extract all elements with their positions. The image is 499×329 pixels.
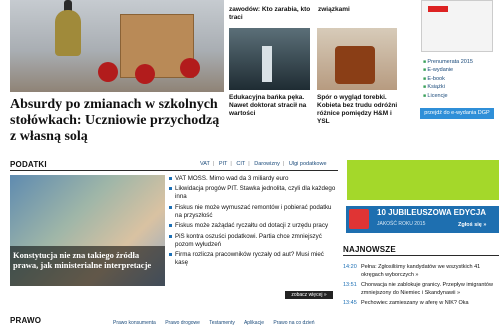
news-item[interactable]: VAT MOSS. Mimo wad da 3 miliardy euro (168, 175, 338, 183)
tab-pit[interactable]: PIT (219, 161, 228, 167)
tab-cit[interactable]: CIT (236, 161, 245, 167)
news-item[interactable]: Fiskus nie może wymuszać remontów i pobi… (168, 204, 338, 220)
latest-time: 13:45 (343, 300, 357, 307)
handbag-shape (335, 46, 375, 84)
magazine-item[interactable]: E-book (423, 75, 473, 83)
award-logo-icon (349, 209, 369, 229)
news-item[interactable]: Fiskus może zażądać ryczałtu od dotacji … (168, 222, 338, 230)
edition-signup-link[interactable]: Zgłoś się » (458, 222, 486, 228)
section-heading-prawo[interactable]: PRAWO (10, 316, 41, 325)
magazine-item[interactable]: Prenumerata 2015 (423, 58, 473, 66)
podatki-tabs: VAT | PIT | CIT | Darowizny | Ulgi podatkowe (200, 161, 327, 167)
tab-prawo-drogowe[interactable]: Prawo drogowe (165, 320, 200, 326)
magazine-item[interactable]: Licencje (423, 92, 473, 100)
tab-vat[interactable]: VAT (200, 161, 210, 167)
dgp-edition-button[interactable]: przejdź do e-wydania DGP (420, 108, 494, 119)
magazine-item[interactable]: Książki (423, 83, 473, 91)
top-snippet-a[interactable]: zawodów: Kto zarabia, kto traci (229, 6, 314, 22)
advertisement-banner[interactable] (347, 160, 499, 200)
magazine-menu: Prenumerata 2015 E-wydanie E-book Książk… (423, 58, 473, 100)
tab-darowizny[interactable]: Darowizny (254, 161, 280, 167)
bell-shape (55, 10, 81, 56)
section-divider (10, 170, 338, 171)
top-snippet-b[interactable]: związkami (318, 6, 398, 14)
edition-subtitle: JAKOŚĆ ROKU 2015 (377, 221, 426, 227)
latest-item[interactable]: 14:20 Pełna: Zgłosiliśmy kandydatów we w… (343, 264, 498, 279)
apple-shape (135, 64, 155, 84)
magazine-item[interactable]: E-wydanie (423, 66, 473, 74)
news-item[interactable]: Firma rozlicza pracowników ryczały od au… (168, 251, 338, 267)
section-divider (343, 255, 499, 256)
tab-aplikacje[interactable]: Aplikacje (244, 320, 264, 326)
podatki-main-headline[interactable]: Konstytucja nie zna takiego źródła prawa… (13, 250, 163, 270)
tab-ulgi[interactable]: Ulgi podatkowe (289, 161, 327, 167)
edition-title: 10 JUBILEUSZOWA EDYCJA (377, 208, 487, 217)
section-heading-najnowsze[interactable]: NAJNOWSZE (343, 245, 396, 254)
latest-time: 13:51 (343, 282, 357, 289)
apple-shape (180, 58, 200, 78)
magazine-logo (428, 6, 448, 12)
see-more-button[interactable]: zobacz więcej » (285, 291, 333, 299)
prawo-tabs: Prawo konsumenta Prawo drogowe Testament… (113, 320, 323, 326)
thumb-caption-education[interactable]: Edukacyjna bańka pęka. Nawet doktorat st… (229, 94, 311, 118)
latest-news-list: 14:20 Pełna: Zgłosiliśmy kandydatów we w… (343, 264, 498, 311)
person-figure (262, 46, 272, 82)
tab-testamenty[interactable]: Testamenty (209, 320, 235, 326)
latest-time: 14:20 (343, 264, 357, 270)
podatki-news-list: VAT MOSS. Mimo wad da 3 miliardy euro Li… (168, 175, 338, 269)
latest-text[interactable]: Pechowiec zamieszany w aferę w NIK? Oka (361, 300, 498, 308)
news-item[interactable]: Likwidacja progów PIT. Stawka jednolita,… (168, 185, 338, 201)
latest-text[interactable]: Pełna: Zgłosiliśmy kandydatów we wszystk… (361, 264, 498, 279)
hero-headline[interactable]: Absurdy po zmianach w szkolnych stołówka… (10, 97, 225, 145)
thumb-caption-handbag[interactable]: Spór o wygląd torebki. Kobieta bez trudu… (317, 94, 399, 126)
latest-item[interactable]: 13:45 Pechowiec zamieszany w aferę w NIK… (343, 300, 498, 308)
section-heading-podatki[interactable]: PODATKI (10, 160, 47, 169)
apple-shape (98, 62, 118, 82)
latest-text[interactable]: Chorwacja nie zablokuje granicy. Przepły… (361, 282, 498, 297)
tab-prawo-konsumenta[interactable]: Prawo konsumenta (113, 320, 156, 326)
news-item[interactable]: PiS kontra oszuści podatkowi. Partia chc… (168, 233, 338, 249)
tab-prawo-na-co-dzien[interactable]: Prawo na co dzień (273, 320, 314, 326)
latest-item[interactable]: 13:51 Chorwacja nie zablokuje granicy. P… (343, 282, 498, 297)
